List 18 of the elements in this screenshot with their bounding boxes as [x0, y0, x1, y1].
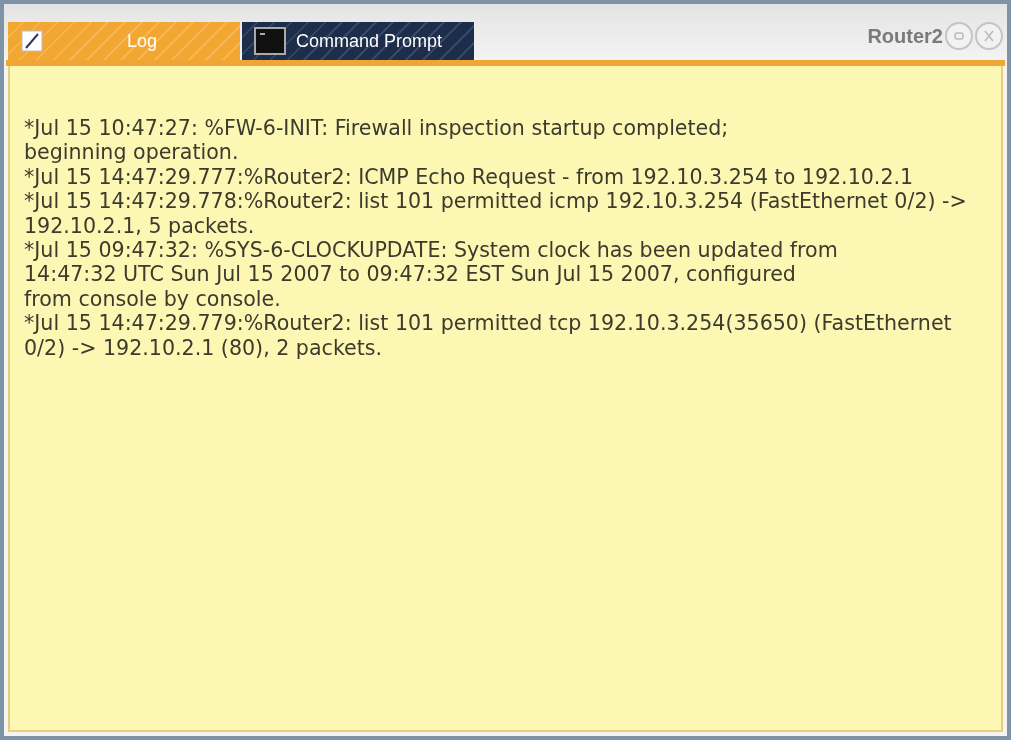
restore-icon — [953, 30, 965, 42]
log-line: *Jul 15 14:47:29.779:%Router2: list 101 permitted tcp 192.10.3.254(35650) (FastEthernet — [24, 311, 953, 336]
notepad-icon — [20, 28, 46, 54]
log-line: *Jul 15 14:47:29.777:%Router2: ICMP Echo Request - from 192.10.3.254 to 192.10.2.1 — [24, 164, 915, 190]
log-line: *Jul 15 10:47:27: %FW-6-INIT: Firewall inspection startup completed; — [24, 116, 730, 141]
log-line: *Jul 15 14:47:29.778:%Router2: list 101 permitted icmp 192.10.3.254 (FastEthernet 0/2) -> — [24, 189, 968, 214]
log-line: *Jul 15 09:47:32: %SYS-6-CLOCKUPDATE: System clock has been updated from — [24, 238, 839, 263]
close-icon — [982, 29, 996, 43]
tab[interactable]: Command Prompt — [242, 22, 474, 60]
log-line: 192.10.2.1, 5 packets. — [24, 213, 256, 239]
log-line: from console by console. — [24, 286, 282, 312]
close-button[interactable] — [975, 22, 1003, 50]
restore-button[interactable] — [945, 22, 973, 50]
log-line: 0/2) -> 192.10.2.1 (80), 2 packets. — [24, 335, 384, 361]
log-line: 14:47:32 UTC Sun Jul 15 2007 to 09:47:32 EST Sun Jul 15 2007, configured — [24, 262, 797, 287]
terminal-icon — [254, 27, 286, 55]
window-title: Router2 — [867, 24, 943, 48]
log-line: beginning operation. — [24, 140, 240, 165]
